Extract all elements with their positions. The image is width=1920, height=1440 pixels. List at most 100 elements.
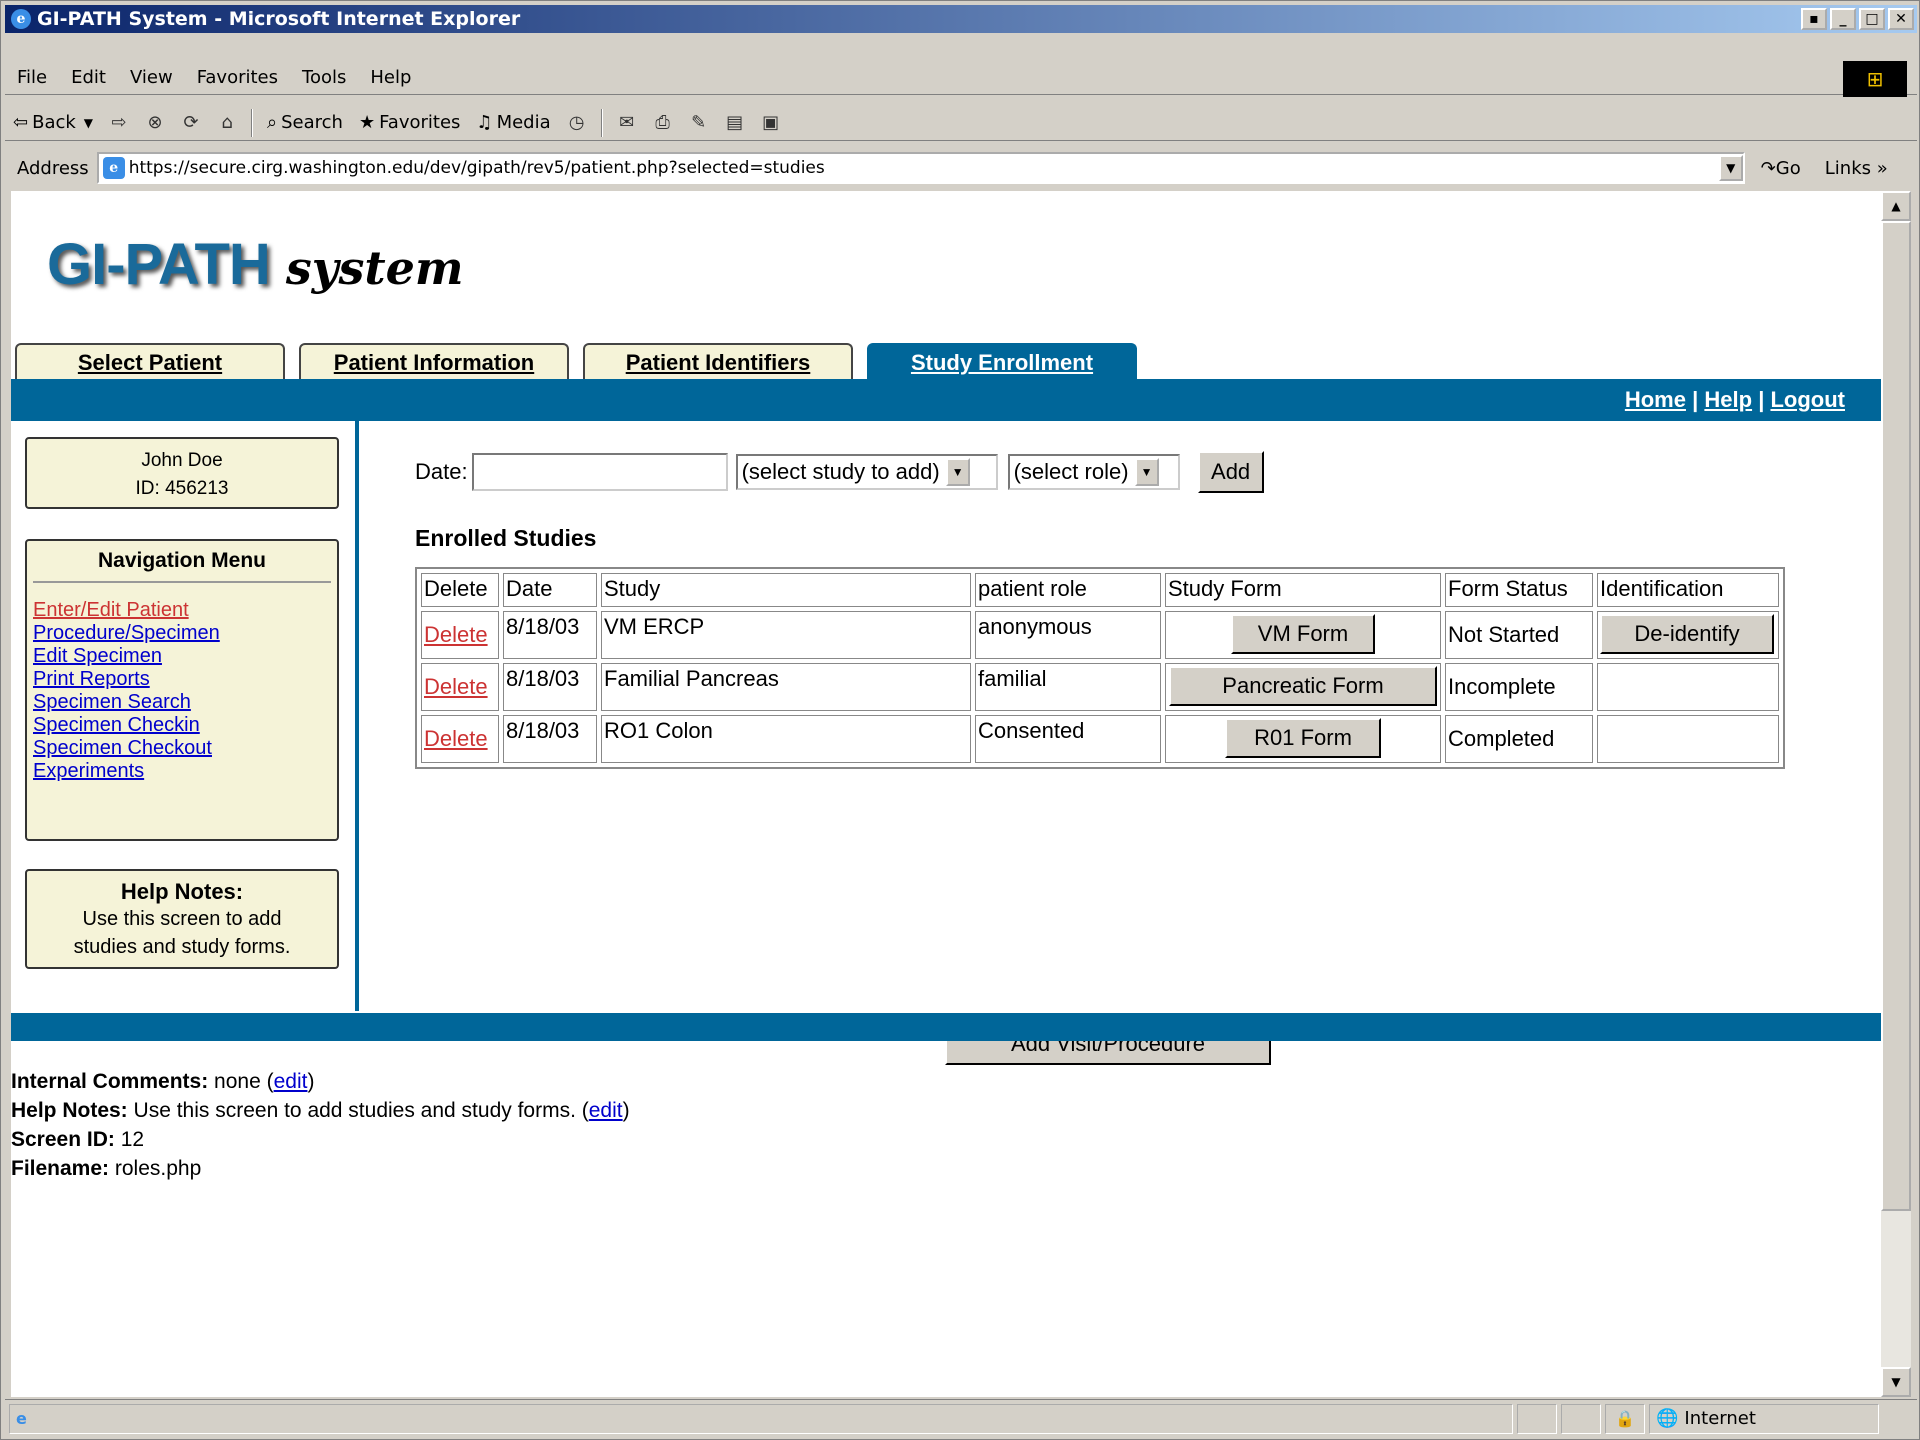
vertical-scrollbar[interactable]: ▲ ▼ [1881, 191, 1911, 1397]
logo-sub: system [285, 241, 464, 295]
history-icon[interactable]: ◷ [565, 111, 589, 135]
filename-line: Filename: roles.php [11, 1154, 630, 1183]
discuss-icon[interactable]: ▤ [723, 111, 747, 135]
chevron-down-icon: ▼ [945, 458, 970, 486]
nav-experiments[interactable]: Experiments [33, 760, 337, 783]
nav-specimen-checkout[interactable]: Specimen Checkout [33, 737, 337, 760]
search-button[interactable]: ⌕ Search [267, 112, 343, 133]
title-bar: e GI-PATH System - Microsoft Internet Ex… [5, 5, 1917, 33]
logout-link[interactable]: Logout [1770, 387, 1845, 412]
nav-edit-specimen[interactable]: Edit Specimen [33, 645, 337, 668]
help-link[interactable]: Help [1704, 387, 1752, 412]
status-cell [1517, 1403, 1557, 1434]
media-button[interactable]: ♫ Media [476, 112, 550, 133]
table-row: Delete 8/18/03 Familial Pancreas familia… [421, 663, 1779, 711]
page-footer: Internal Comments: none (edit) Help Note… [11, 1067, 630, 1183]
messenger-icon[interactable]: ▣ [759, 111, 783, 135]
media-label: Media [496, 112, 551, 133]
patient-name: John Doe [141, 450, 223, 471]
favorites-button[interactable]: ★ Favorites [359, 112, 460, 133]
help-notes-line1: Use this screen to add [82, 908, 282, 930]
refresh-icon[interactable]: ⟳ [179, 111, 203, 135]
lock-icon: 🔒 [1605, 1403, 1645, 1434]
menu-favorites[interactable]: Favorites [197, 67, 278, 88]
tab-select-patient[interactable]: Select Patient [15, 343, 285, 381]
pancreatic-form-button[interactable]: Pancreatic Form [1169, 666, 1437, 706]
address-dropdown-icon[interactable]: ▼ [1718, 155, 1743, 181]
nav-specimen-checkin[interactable]: Specimen Checkin [33, 714, 337, 737]
internal-comments-line: Internal Comments: none (edit) [11, 1067, 630, 1096]
study-select[interactable]: (select study to add) ▼ [735, 454, 998, 490]
maximize-button[interactable]: □ [1859, 8, 1885, 30]
de-identify-button[interactable]: De-identify [1600, 614, 1774, 654]
nav-enter-edit-patient[interactable]: Enter/Edit Patient [33, 599, 337, 622]
nav-procedure-specimen[interactable]: Procedure/Specimen [33, 622, 337, 645]
delete-link[interactable]: Delete [424, 622, 488, 647]
stop-icon[interactable]: ⊗ [143, 111, 167, 135]
tab-study-enrollment[interactable]: Study Enrollment [867, 343, 1137, 381]
minimize-button[interactable]: _ [1830, 8, 1856, 30]
col-header-patient-role: patient role [975, 573, 1161, 607]
window-title: GI-PATH System - Microsoft Internet Expl… [37, 8, 521, 30]
zone-label: Internet [1684, 1408, 1756, 1429]
row-identification [1597, 663, 1779, 711]
help-notes-value: Use this screen to add studies and study… [133, 1099, 589, 1122]
menu-tools[interactable]: Tools [302, 67, 346, 88]
go-button[interactable]: ↷Go [1761, 158, 1801, 179]
menu-view[interactable]: View [130, 67, 173, 88]
home-link[interactable]: Home [1625, 387, 1686, 412]
patient-id: ID: 456213 [135, 478, 229, 499]
vm-form-button[interactable]: VM Form [1231, 614, 1375, 654]
home-icon[interactable]: ⌂ [215, 111, 239, 135]
address-input[interactable]: e https://secure.cirg.washington.edu/dev… [96, 152, 1745, 184]
scroll-thumb[interactable] [1881, 221, 1911, 1211]
nav-print-reports[interactable]: Print Reports [33, 668, 337, 691]
row-date: 8/18/03 [503, 611, 597, 659]
edit-icon[interactable]: ✎ [687, 111, 711, 135]
close-button[interactable]: ✕ [1888, 8, 1914, 30]
row-role: familial [975, 663, 1161, 711]
scroll-down-icon[interactable]: ▼ [1881, 1367, 1911, 1397]
row-identification [1597, 715, 1779, 763]
chevron-down-icon: ▼ [1134, 458, 1159, 486]
role-select[interactable]: (select role) ▼ [1007, 454, 1180, 490]
back-button[interactable]: ⇦ Back ▼ [13, 112, 93, 133]
zone-cell: 🌐 Internet [1649, 1403, 1879, 1434]
scroll-up-icon[interactable]: ▲ [1881, 191, 1911, 221]
menu-edit[interactable]: Edit [71, 67, 106, 88]
ie-icon: e [11, 9, 31, 29]
internal-comments-label: Internal Comments: [11, 1070, 209, 1093]
help-notes-box: Help Notes: Use this screen to add studi… [25, 869, 339, 969]
row-role: anonymous [975, 611, 1161, 659]
internal-comments-edit-link[interactable]: edit [274, 1070, 308, 1093]
screen-id-label: Screen ID: [11, 1128, 115, 1151]
tab-patient-identifiers[interactable]: Patient Identifiers [583, 343, 853, 381]
sidebar: John Doe ID: 456213 Navigation Menu Ente… [11, 421, 359, 1011]
forward-icon[interactable]: ⇨ [107, 111, 131, 135]
delete-link[interactable]: Delete [424, 674, 488, 699]
navigation-list: Enter/Edit Patient Procedure/Specimen Ed… [27, 583, 337, 783]
nav-specimen-search[interactable]: Specimen Search [33, 691, 337, 714]
favorites-icon: ★ [358, 112, 376, 133]
menu-help[interactable]: Help [370, 67, 411, 88]
links-button[interactable]: Links » [1825, 158, 1888, 179]
delete-link[interactable]: Delete [424, 726, 488, 751]
page-content: GI-PATH system Select Patient Patient In… [11, 191, 1881, 1397]
help-notes-edit-link[interactable]: edit [589, 1099, 623, 1122]
date-input[interactable] [471, 453, 728, 491]
address-label: Address [17, 157, 89, 179]
fullscreen-icon[interactable]: ▪ [1801, 8, 1827, 30]
tab-patient-information[interactable]: Patient Information [299, 343, 569, 381]
status-bar: e 🔒 🌐 Internet [5, 1399, 1917, 1437]
address-bar: Address e https://secure.cirg.washington… [5, 149, 1917, 187]
col-header-date: Date [503, 573, 597, 607]
chevron-down-icon[interactable]: ▼ [84, 116, 93, 130]
status-cell [1561, 1403, 1601, 1434]
add-button[interactable]: Add [1197, 451, 1264, 493]
print-icon[interactable]: ⎙ [651, 111, 675, 135]
r01-form-button[interactable]: R01 Form [1225, 718, 1381, 758]
help-notes-label: Help Notes: [11, 1099, 128, 1122]
menu-file[interactable]: File [17, 67, 47, 88]
mail-icon[interactable]: ✉ [615, 111, 639, 135]
study-select-value: (select study to add) [741, 459, 940, 484]
